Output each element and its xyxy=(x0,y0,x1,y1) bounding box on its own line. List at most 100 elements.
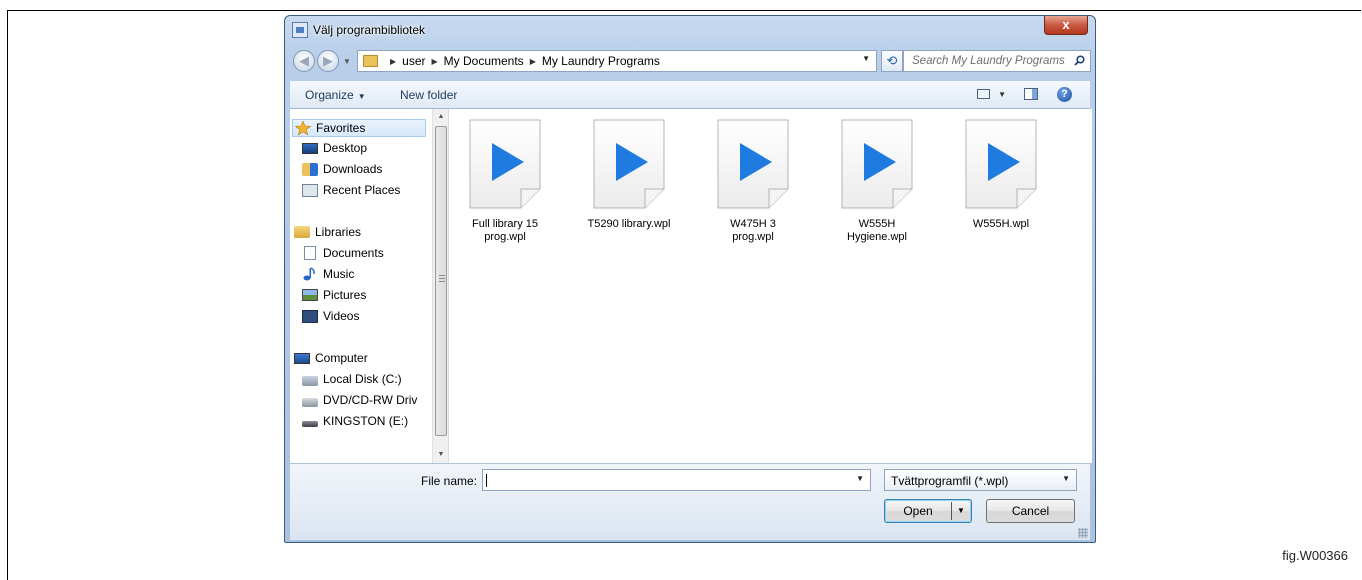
file-item[interactable]: Full library 15prog.wpl xyxy=(450,119,560,244)
window-title: Välj programbibliotek xyxy=(313,23,425,37)
breadcrumb-my-documents[interactable]: My Documents xyxy=(444,54,524,68)
file-name-input[interactable]: ▼ xyxy=(482,469,871,491)
file-item[interactable]: W555H.wpl xyxy=(946,119,1056,231)
file-item[interactable]: T5290 library.wpl xyxy=(574,119,684,231)
file-name: T5290 library.wpl xyxy=(574,218,684,231)
file-item[interactable]: W475H 3prog.wpl xyxy=(698,119,808,244)
nav-item-downloads[interactable]: Downloads xyxy=(302,160,382,178)
title-bar[interactable]: Välj programbibliotek x xyxy=(285,16,1095,44)
nav-item-videos[interactable]: Videos xyxy=(302,307,359,325)
file-name-line: T5290 library.wpl xyxy=(574,218,684,231)
music-icon xyxy=(302,267,318,281)
file-name-line: prog.wpl xyxy=(450,231,560,244)
file-name-label: File name: xyxy=(421,474,477,488)
file-type-value: Tvättprogramfil (*.wpl) xyxy=(891,474,1008,488)
dvd-drive-icon xyxy=(302,398,318,407)
open-options-dropdown-icon[interactable]: ▼ xyxy=(957,500,965,522)
organize-label: Organize xyxy=(305,88,354,102)
nav-label: DVD/CD-RW Driv xyxy=(323,393,417,407)
close-button[interactable]: x xyxy=(1044,16,1088,35)
nav-label: Documents xyxy=(323,246,384,260)
navigation-scrollbar[interactable]: ▲ ▼ xyxy=(432,109,449,463)
recent-pages-dropdown-icon[interactable]: ▼ xyxy=(343,57,351,66)
nav-label: Local Disk (C:) xyxy=(323,372,402,386)
playlist-file-icon xyxy=(965,119,1037,209)
breadcrumb-user[interactable]: user xyxy=(402,54,425,68)
change-view-icon[interactable] xyxy=(977,89,990,99)
nav-item-documents[interactable]: Documents xyxy=(302,244,384,262)
scroll-up-icon[interactable]: ▲ xyxy=(433,109,449,125)
file-name-line: Full library 15 xyxy=(450,218,560,231)
file-name: W475H 3prog.wpl xyxy=(698,218,808,244)
desktop-icon xyxy=(302,143,318,154)
file-list: Full library 15prog.wpl T5290 library.wp… xyxy=(449,109,1092,463)
file-name-line: W555H xyxy=(822,218,932,231)
file-name: Full library 15prog.wpl xyxy=(450,218,560,244)
breadcrumb-my-laundry-programs[interactable]: My Laundry Programs xyxy=(542,54,660,68)
file-name-line: Hygiene.wpl xyxy=(822,231,932,244)
chevron-down-icon: ▼ xyxy=(1062,474,1070,483)
nav-label: Favorites xyxy=(316,121,365,135)
navigation-pane: Favorites Desktop Downloads Recent Place… xyxy=(290,109,449,463)
address-bar[interactable]: ▶ user ▶ My Documents ▶ My Laundry Progr… xyxy=(357,50,877,72)
nav-label: Libraries xyxy=(315,225,361,239)
playlist-file-icon xyxy=(841,119,913,209)
view-options-dropdown-icon[interactable]: ▼ xyxy=(998,90,1006,99)
resize-grip-icon[interactable] xyxy=(1078,528,1088,538)
search-placeholder: Search My Laundry Programs xyxy=(912,55,1065,67)
nav-label: KINGSTON (E:) xyxy=(323,414,408,428)
nav-item-local-disk-c[interactable]: Local Disk (C:) xyxy=(302,370,402,388)
search-icon[interactable] xyxy=(1074,55,1085,66)
nav-label: Pictures xyxy=(323,288,366,302)
nav-item-pictures[interactable]: Pictures xyxy=(302,286,366,304)
help-icon[interactable]: ? xyxy=(1057,87,1072,102)
open-file-dialog: Välj programbibliotek x ◀ ▶ ▼ ▶ user ▶ M… xyxy=(284,15,1096,543)
file-name: W555HHygiene.wpl xyxy=(822,218,932,244)
back-button[interactable]: ◀ xyxy=(293,50,315,72)
chevron-down-icon: ▼ xyxy=(358,92,366,101)
nav-item-computer[interactable]: Computer xyxy=(294,349,368,367)
search-input[interactable]: Search My Laundry Programs xyxy=(903,50,1091,72)
nav-item-libraries[interactable]: Libraries xyxy=(294,223,361,241)
nav-item-favorites[interactable]: Favorites xyxy=(292,119,426,137)
grip-icon xyxy=(439,275,445,283)
playlist-file-icon xyxy=(593,119,665,209)
forward-button[interactable]: ▶ xyxy=(317,50,339,72)
figure-label: fig.W00366 xyxy=(1282,548,1348,563)
file-item[interactable]: W555HHygiene.wpl xyxy=(822,119,932,244)
open-button[interactable]: Open ▼ xyxy=(884,499,972,523)
breadcrumb: ▶ user ▶ My Documents ▶ My Laundry Progr… xyxy=(384,54,660,68)
nav-item-desktop[interactable]: Desktop xyxy=(302,139,367,157)
star-icon xyxy=(295,121,311,135)
nav-item-dvd-drive[interactable]: DVD/CD-RW Driv xyxy=(302,391,417,409)
pictures-icon xyxy=(302,289,318,301)
new-folder-button[interactable]: New folder xyxy=(400,88,457,102)
scroll-down-icon[interactable]: ▼ xyxy=(433,447,449,463)
chevron-right-icon[interactable]: ▶ xyxy=(390,57,396,66)
refresh-button[interactable]: ⟲ xyxy=(881,50,903,72)
command-bar: Organize ▼ New folder ▼ ? xyxy=(290,81,1090,109)
file-name-dropdown-icon[interactable]: ▼ xyxy=(856,474,864,483)
nav-item-recent-places[interactable]: Recent Places xyxy=(302,181,400,199)
chevron-right-icon[interactable]: ▶ xyxy=(432,57,438,66)
nav-label: Downloads xyxy=(323,162,382,176)
cancel-button[interactable]: Cancel xyxy=(986,499,1075,523)
playlist-file-icon xyxy=(717,119,789,209)
file-name-line: W475H 3 xyxy=(698,218,808,231)
nav-item-kingston-e[interactable]: KINGSTON (E:) xyxy=(302,412,408,430)
nav-item-music[interactable]: Music xyxy=(302,265,354,283)
organize-button[interactable]: Organize ▼ xyxy=(305,88,366,102)
app-icon xyxy=(292,22,308,38)
file-type-select[interactable]: Tvättprogramfil (*.wpl) ▼ xyxy=(884,469,1077,491)
scroll-thumb[interactable] xyxy=(435,126,447,436)
nav-label: Videos xyxy=(323,309,359,323)
file-name: W555H.wpl xyxy=(946,218,1056,231)
preview-pane-icon[interactable] xyxy=(1024,88,1038,100)
folder-icon xyxy=(363,55,378,67)
playlist-file-icon xyxy=(469,119,541,209)
address-dropdown-icon[interactable]: ▼ xyxy=(862,54,870,63)
split-divider xyxy=(951,502,952,520)
nav-label: Computer xyxy=(315,351,368,365)
chevron-right-icon[interactable]: ▶ xyxy=(530,57,536,66)
documents-icon xyxy=(304,246,316,260)
